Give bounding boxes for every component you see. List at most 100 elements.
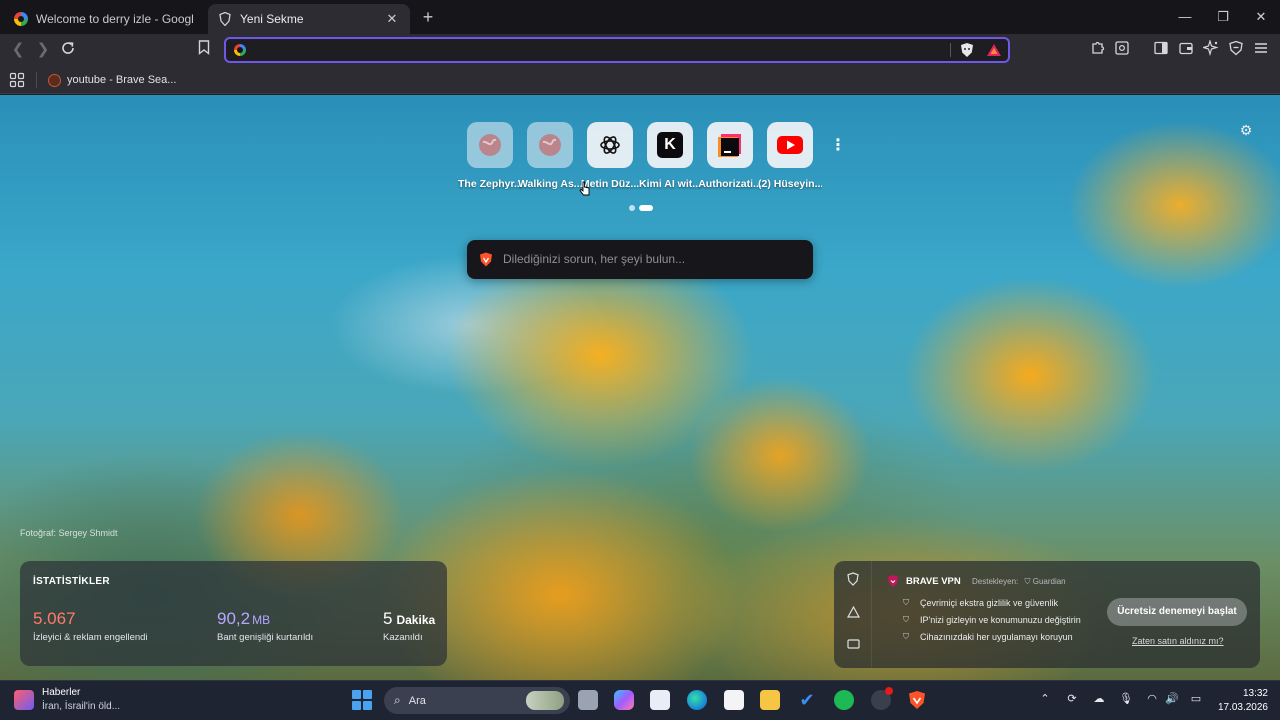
search-input[interactable] — [503, 250, 803, 268]
menu-button[interactable] — [1251, 40, 1271, 60]
windows-start-icon[interactable] — [352, 690, 372, 710]
new-tab-button[interactable]: + — [418, 7, 438, 27]
address-input[interactable] — [254, 41, 954, 59]
already-purchased-link[interactable]: Zaten satın aldınız mı? — [1132, 636, 1224, 646]
search-widget[interactable] — [467, 240, 813, 279]
vpn-title: BRAVE VPN — [906, 576, 961, 587]
stat-caption: Kazanıldı — [383, 632, 423, 643]
bookmark-button[interactable] — [194, 40, 214, 60]
top-site-label: The Zephyr... — [458, 178, 522, 190]
clock-date: 17.03.2026 — [1217, 702, 1268, 713]
reader-mode-button[interactable] — [1112, 40, 1132, 60]
top-site-tile[interactable]: The Zephyr... — [458, 122, 522, 190]
bookmark-label: youtube - Brave Sea... — [67, 74, 177, 86]
brave-browser-icon[interactable] — [907, 690, 927, 710]
volume-icon[interactable]: 🔊 — [1164, 692, 1180, 705]
back-button[interactable]: ❮ — [8, 40, 28, 60]
forward-button[interactable]: ❯ — [33, 40, 53, 60]
vpn-feature: ⛉ IP'nizi gizleyin ve konumunuzu değiştir… — [903, 615, 1081, 625]
brave-shields-icon[interactable] — [960, 42, 974, 58]
address-bar[interactable] — [224, 37, 1010, 63]
reload-button[interactable] — [58, 40, 78, 60]
brave-search-icon — [48, 73, 61, 87]
puzzle-icon — [1092, 41, 1105, 54]
more-options-icon[interactable]: ⋮ — [830, 136, 846, 156]
settings-gear-icon[interactable]: ⚙ — [1238, 122, 1254, 138]
stat-bandwidth: 90,2 MB Bant genişliği kurtarıldı — [217, 609, 313, 643]
tab-new-tab[interactable]: Yeni Sekme ✕ — [208, 4, 410, 34]
start-free-trial-button[interactable]: Ücretsiz denemeyi başlat — [1107, 598, 1247, 626]
stat-value: 5.067 — [33, 609, 76, 628]
microphone-icon[interactable]: 🎙 — [1118, 692, 1134, 705]
widget-rail — [834, 561, 872, 668]
sidebar-icon — [1154, 41, 1168, 55]
google-icon — [234, 44, 246, 56]
page-dot[interactable] — [629, 205, 635, 211]
spotify-icon[interactable] — [834, 690, 854, 710]
vpn-button[interactable] — [1226, 40, 1246, 60]
bookmark-item-youtube[interactable]: youtube - Brave Sea... — [48, 70, 176, 90]
extensions-button[interactable] — [1088, 40, 1108, 60]
top-site-tile[interactable]: K Kimi AI wit... — [638, 122, 702, 190]
minimize-button[interactable]: — — [1166, 0, 1204, 34]
close-tab-icon[interactable]: ✕ — [384, 11, 400, 27]
top-site-tile[interactable]: Metin Düz... — [578, 122, 642, 190]
edge-icon[interactable] — [687, 690, 707, 710]
top-site-tile[interactable]: Walking As... — [518, 122, 582, 190]
close-window-button[interactable]: ✕ — [1242, 0, 1280, 34]
stats-widget: İSTATİSTİKLER 5.067 İzleyici & reklam en… — [20, 561, 447, 666]
file-explorer-icon[interactable] — [760, 690, 780, 710]
news-widget[interactable]: Haberler İran, İsrail'in öld... — [14, 686, 120, 714]
stat-unit: Dakika — [396, 613, 436, 627]
apps-grid-icon[interactable] — [9, 72, 25, 88]
onedrive-icon[interactable]: ☁ — [1091, 692, 1107, 705]
kimi-icon: K — [647, 122, 693, 168]
tab-google-search[interactable]: Welcome to derry izle - Google'da Ara — [4, 4, 204, 34]
vpn-shield-icon[interactable] — [846, 572, 860, 586]
sidebar-button[interactable] — [1151, 40, 1171, 60]
todo-check-icon[interactable]: ✔ — [797, 690, 817, 710]
toolbar: ❮ ❯ — [0, 34, 1280, 66]
page-dot-active[interactable] — [639, 205, 653, 211]
jetbrains-icon — [707, 122, 753, 168]
top-site-label: Authorizati... — [698, 178, 762, 190]
check-shield-icon: ⛉ — [903, 632, 909, 641]
brave-lion-icon — [479, 252, 493, 267]
sync-icon[interactable]: ⟳ — [1064, 692, 1080, 705]
vpn-feature: ⛉ Çevrimiçi ekstra gizlilik ve güvenlik — [903, 598, 1058, 608]
youtube-icon — [767, 122, 813, 168]
rewards-triangle-icon[interactable] — [846, 605, 860, 620]
stat-trackers: 5.067 İzleyici & reklam engellendi — [33, 609, 148, 643]
globe-icon — [527, 122, 573, 168]
search-icon: ⌕ — [394, 693, 401, 707]
check-shield-icon: ⛉ — [903, 615, 909, 624]
card-icon[interactable] — [846, 638, 860, 652]
wallet-icon — [1179, 42, 1193, 55]
brave-rewards-icon[interactable] — [986, 42, 1002, 58]
taskbar: Haberler İran, İsrail'in öld... ⌕ Ara ✔ … — [0, 680, 1280, 720]
top-site-tile[interactable]: Authorizati... — [698, 122, 762, 190]
copilot-icon[interactable] — [614, 690, 634, 710]
taskbar-search[interactable]: ⌕ Ara — [384, 687, 570, 714]
task-view-icon[interactable] — [578, 690, 598, 710]
vpn-widget: BRAVE VPN Destekleyen: ⛉ Guardian ⛉ Çevri… — [834, 561, 1260, 668]
snipping-tool-icon[interactable] — [650, 690, 670, 710]
reload-icon — [62, 42, 74, 54]
microsoft-store-icon[interactable] — [724, 690, 744, 710]
sponsor-label: Destekleyen: — [972, 577, 1019, 586]
system-clock[interactable]: 13:32 17.03.2026 — [1212, 687, 1268, 715]
chevron-up-icon[interactable]: ⌃ — [1037, 692, 1053, 705]
brave-vpn-icon — [887, 574, 899, 588]
vpn-feature-text: Çevrimiçi ekstra gizlilik ve güvenlik — [920, 598, 1059, 608]
photo-credit[interactable]: Fotoğraf: Sergey Shmidt — [20, 528, 118, 538]
mouse-cursor — [579, 181, 591, 202]
top-site-tile[interactable]: (2) Hüseyin... — [758, 122, 822, 190]
wallet-button[interactable] — [1176, 40, 1196, 60]
brave-shield-icon — [218, 12, 232, 26]
hamburger-icon — [1255, 43, 1267, 53]
leo-ai-button[interactable] — [1201, 38, 1221, 60]
battery-icon[interactable]: ▭ — [1186, 692, 1206, 705]
wifi-icon[interactable]: ◠ — [1144, 692, 1160, 705]
chatgpt-app-icon[interactable] — [871, 687, 893, 710]
maximize-button[interactable]: ❐ — [1204, 0, 1242, 34]
